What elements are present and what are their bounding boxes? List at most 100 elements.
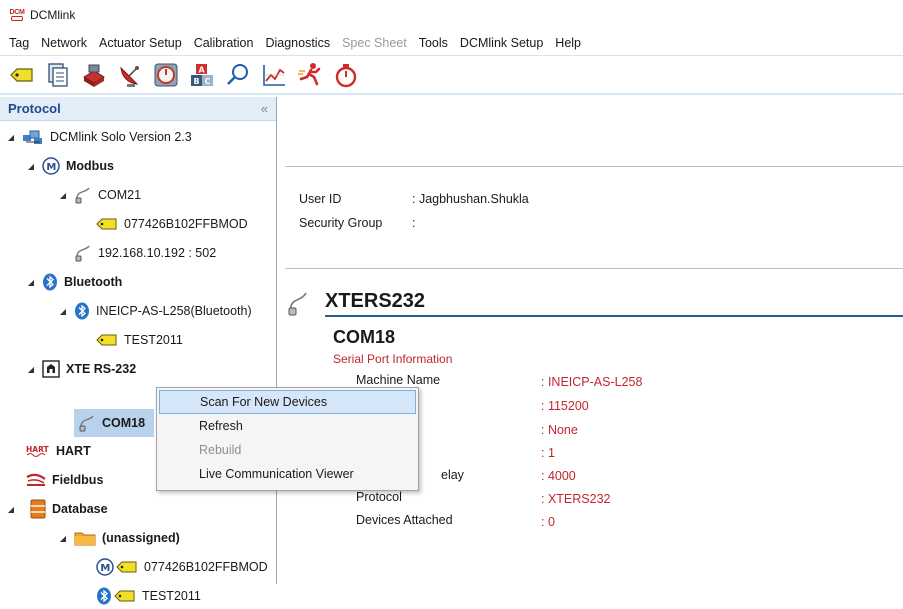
modbus-icon: M [96,558,114,576]
abc-blocks-icon[interactable]: ABC [188,60,216,90]
tree-node-modbus[interactable]: ◢ M Modbus [26,153,114,179]
tree-label-fieldbus: Fieldbus [52,473,104,487]
tree-node-database[interactable]: ◢ Database [6,496,108,522]
tree-label-bt-host: INEICP-AS-L258(Bluetooth) [96,304,252,318]
network-device-icon[interactable] [80,60,108,90]
stopbits-value: : 1 [541,446,555,460]
detail-pane: User ID : Jagbhushan.Shukla Security Gro… [277,97,903,584]
stopwatch-icon[interactable] [332,60,360,90]
network-computers-icon [22,129,44,145]
protocol-value: : XTERS232 [541,492,611,506]
menu-diagnostics[interactable]: Diagnostics [259,31,336,55]
delay-value: : 4000 [541,469,576,483]
tree-node-com21[interactable]: ◢ COM21 [58,182,141,208]
menu-tools[interactable]: Tools [413,31,454,55]
window-title: DCMlink [30,8,76,22]
svg-text:HART: HART [26,445,50,454]
tree-label-bluetooth: Bluetooth [64,275,123,289]
tree-label-com18: COM18 [102,416,146,430]
menu-dcmlink-setup[interactable]: DCMlink Setup [454,31,549,55]
collapse-icon[interactable]: « [261,101,268,116]
menu-network[interactable]: Network [35,31,93,55]
menu-tag[interactable]: Tag [0,31,35,55]
tree-node-root[interactable]: ◢ DCMlink Solo Version 2.3 [6,124,192,150]
expand-arrow-icon[interactable]: ◢ [6,133,16,142]
security-group-label: Security Group [299,216,383,230]
menu-refresh[interactable]: Refresh [159,414,416,438]
serial-cable-icon [287,291,309,320]
folder-icon [74,530,96,546]
expand-arrow-icon[interactable]: ◢ [26,162,36,171]
divider [285,166,903,167]
device-type-title: XTERS232 [325,290,426,312]
runner-icon[interactable] [296,60,324,90]
delay-label: elay [441,468,464,482]
expand-arrow-icon[interactable]: ◢ [26,365,36,374]
menu-help[interactable]: Help [549,31,587,55]
tree-label-database: Database [52,502,108,516]
database-icon [30,499,46,519]
baud-value: : 115200 [541,399,589,413]
expand-arrow-icon[interactable]: ◢ [26,278,36,287]
bluetooth-icon [74,302,90,320]
serial-cable-icon [74,186,92,204]
tree-node-ip[interactable]: 192.168.10.192 : 502 [74,240,216,266]
menu-actuator-setup[interactable]: Actuator Setup [93,31,188,55]
tree-node-bt-device[interactable]: TEST2011 [96,327,183,353]
tree-label-modbus: Modbus [66,159,114,173]
context-menu: Scan For New Devices Refresh Rebuild Liv… [156,387,419,491]
tree-node-db-device-1[interactable]: M 077426B102FFBMOD [96,554,268,580]
expand-arrow-icon[interactable]: ◢ [6,505,16,514]
tree-label-db-device-1: 077426B102FFBMOD [144,560,268,574]
tree-node-com18[interactable]: COM18 [74,409,154,437]
tree-node-bt-host[interactable]: ◢ INEICP-AS-L258(Bluetooth) [58,298,252,324]
tree-label-xte: XTE RS-232 [66,362,137,376]
section-label: Serial Port Information [333,352,453,366]
chart-icon[interactable] [260,60,288,90]
toolbar: ABC [0,55,903,95]
expand-arrow-icon[interactable]: ◢ [58,191,68,200]
tree-node-bluetooth[interactable]: ◢ Bluetooth [26,269,122,295]
user-id-value: : Jagbhushan.Shukla [412,192,529,206]
tree-node-hart[interactable]: HART HART [26,438,91,464]
search-icon[interactable] [224,60,252,90]
dcmlink-logo-icon: DCM [8,8,26,22]
tree-label-db-device-2: TEST2011 [142,589,201,603]
svg-text:M: M [100,563,110,574]
tag-icon[interactable] [8,60,36,90]
tree-label-unassigned: (unassigned) [102,531,180,545]
tree-node-db-device-2[interactable]: TEST2011 [96,583,201,609]
tree-node-xte[interactable]: ◢ XTE RS-232 [26,356,136,382]
divider [285,268,903,269]
expand-arrow-icon[interactable]: ◢ [58,534,68,543]
tree-node-unassigned[interactable]: ◢ (unassigned) [58,525,180,551]
menu-bar: Tag Network Actuator Setup Calibration D… [0,31,903,55]
tag-icon [96,333,118,347]
satellite-dish-icon[interactable] [116,60,144,90]
devices-attached-value: : 0 [541,515,555,529]
gauge-icon[interactable] [152,60,180,90]
expand-arrow-icon[interactable]: ◢ [58,307,68,316]
svg-text:C: C [205,77,211,86]
protocol-label: Protocol [356,490,402,504]
fieldbus-logo-icon [26,473,46,487]
document-icon[interactable] [44,60,72,90]
devices-attached-label: Devices Attached [356,513,453,527]
tree-label-modbus-device: 077426B102FFBMOD [124,217,248,231]
tag-icon [114,589,136,603]
bluetooth-icon [96,587,112,605]
tree-node-modbus-device[interactable]: 077426B102FFBMOD [96,211,248,237]
title-bar: DCM DCMlink [0,0,903,30]
tree-label-root: DCMlink Solo Version 2.3 [50,130,192,144]
svg-text:M: M [46,162,56,173]
menu-live-communication-viewer[interactable]: Live Communication Viewer [159,462,416,486]
tree-label-bt-device: TEST2011 [124,333,183,347]
machine-name-value: : INEICP-AS-L258 [541,375,643,389]
machine-name-label: Machine Name [356,373,441,387]
menu-scan-new-devices[interactable]: Scan For New Devices [159,390,416,414]
tree-node-fieldbus[interactable]: Fieldbus [26,467,103,493]
menu-calibration[interactable]: Calibration [188,31,260,55]
tag-icon [116,560,138,574]
title-underline [325,315,903,317]
panel-title: Protocol [8,101,61,116]
